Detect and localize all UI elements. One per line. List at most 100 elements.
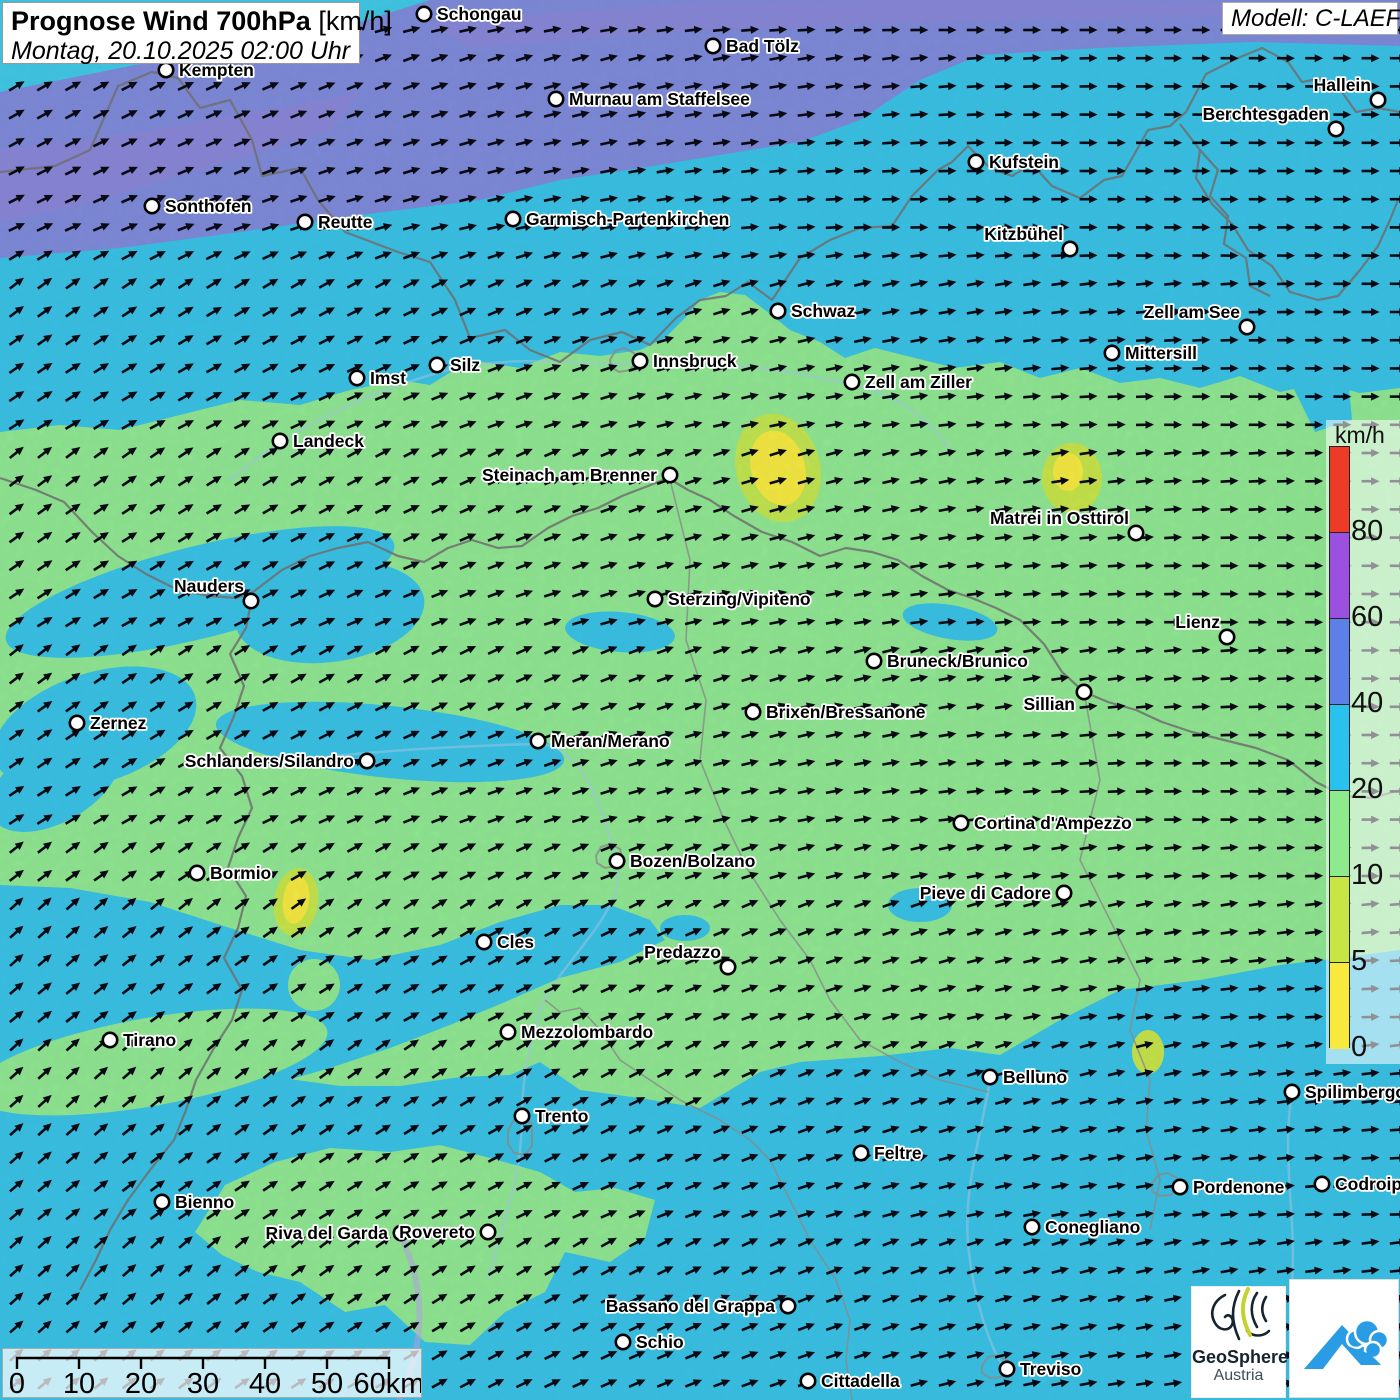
- city-marker: [501, 1025, 515, 1039]
- city-marker: [1285, 1085, 1299, 1099]
- city-reutte: Reutte: [298, 212, 373, 232]
- legend-segment-0: [1330, 963, 1349, 1049]
- city-marker: [867, 654, 881, 668]
- city-label: Matrei in Osttirol: [990, 508, 1129, 528]
- city-marker: [1057, 886, 1071, 900]
- scalebar-label-30: 30: [187, 1368, 219, 1397]
- city-label: Hallein: [1314, 75, 1371, 95]
- city-marker: [1105, 346, 1119, 360]
- legend-tick-40: 40: [1351, 689, 1397, 718]
- city-marker: [190, 866, 204, 880]
- city-marker: [155, 1195, 169, 1209]
- city-label: Sillian: [1023, 694, 1075, 714]
- city-steinach-am-brenner: Steinach am Brenner: [482, 465, 677, 485]
- city-label: Pieve di Cadore: [920, 883, 1052, 903]
- map-datetime: Montag, 20.10.2025 02:00 Uhr: [11, 37, 351, 66]
- city-marker: [633, 354, 647, 368]
- model-label: Modell: C-LAEF: [1222, 2, 1398, 35]
- legend-tick-20: 20: [1351, 775, 1397, 804]
- city-marker: [1173, 1180, 1187, 1194]
- city-label: Bruneck/Brunico: [887, 651, 1028, 671]
- city-marker: [549, 92, 563, 106]
- city-marker: [1240, 320, 1254, 334]
- city-label: Riva del Garda: [265, 1223, 388, 1243]
- city-label: Pordenone: [1193, 1177, 1285, 1197]
- city-label: Bassano del Grappa: [606, 1296, 775, 1316]
- city-label: Belluno: [1003, 1067, 1067, 1087]
- city-marker: [1000, 1362, 1014, 1376]
- logo-name: GeoSphere: [1192, 1348, 1285, 1367]
- city-label: Cles: [497, 932, 534, 952]
- city-bozen-bolzano: Bozen/Bolzano: [610, 851, 756, 871]
- scalebar-label-10: 10: [63, 1368, 95, 1397]
- city-mezzolombardo: Mezzolombardo: [501, 1022, 653, 1042]
- city-label: Mittersill: [1125, 343, 1197, 363]
- city-marker: [430, 358, 444, 372]
- scalebar-ruler: 0102030405060km: [3, 1349, 421, 1397]
- city-label: Schongau: [437, 4, 522, 24]
- legend-segment-10: [1330, 791, 1349, 877]
- city-trento: Trento: [515, 1106, 589, 1126]
- city-marker: [771, 304, 785, 318]
- city-label: Steinach am Brenner: [482, 465, 657, 485]
- city-marker: [781, 1299, 795, 1313]
- color-legend: km/h 806040201050: [1326, 420, 1400, 1064]
- city-label: Codroipo: [1335, 1174, 1400, 1194]
- city-marker: [1025, 1220, 1039, 1234]
- city-label: Silz: [450, 355, 480, 375]
- city-cles: Cles: [477, 932, 534, 952]
- city-label: Zernez: [90, 713, 147, 733]
- city-marker: [350, 371, 364, 385]
- geosphere-logo-icon: [1195, 1287, 1283, 1345]
- mountain-cloud-icon: [1290, 1280, 1398, 1397]
- city-marker: [273, 434, 287, 448]
- city-marker: [746, 705, 760, 719]
- city-label: Innsbruck: [653, 351, 737, 371]
- city-label: Imst: [370, 368, 406, 388]
- city-label: Rovereto: [399, 1222, 475, 1242]
- city-marker: [801, 1374, 815, 1388]
- city-marker: [531, 734, 545, 748]
- distance-scalebar: 0102030405060km: [2, 1348, 422, 1398]
- city-marker: [969, 155, 983, 169]
- city-label: Landeck: [293, 431, 364, 451]
- city-pieve-di-cadore: Pieve di Cadore: [920, 883, 1072, 903]
- city-label: Bienno: [175, 1192, 234, 1212]
- city-label: Mezzolombardo: [521, 1022, 653, 1042]
- city-marker: [1220, 630, 1234, 644]
- city-marker: [648, 592, 662, 606]
- city-label: Predazzo: [644, 942, 721, 962]
- city-tirano: Tirano: [103, 1030, 176, 1050]
- city-label: Schlanders/Silandro: [185, 751, 354, 771]
- legend-segment-40: [1330, 619, 1349, 705]
- city-label: Murnau am Staffelsee: [569, 89, 750, 109]
- scalebar-label-60km: 60km: [354, 1368, 421, 1397]
- city-label: Cortina d'Ampezzo: [974, 813, 1132, 833]
- city-label: Treviso: [1020, 1359, 1081, 1379]
- city-marker: [616, 1335, 630, 1349]
- city-label: Tirano: [123, 1030, 176, 1050]
- scalebar-label-20: 20: [125, 1368, 157, 1397]
- title-box: Prognose Wind 700hPa [km/h] Montag, 20.1…: [2, 2, 360, 64]
- city-marker: [706, 39, 720, 53]
- city-meran-merano: Meran/Merano: [531, 731, 670, 751]
- city-label: Sonthofen: [165, 196, 252, 216]
- city-marker: [854, 1146, 868, 1160]
- city-marker: [70, 716, 84, 730]
- city-label: Sterzing/Vipiteno: [668, 589, 811, 609]
- city-murnau-am-staffelsee: Murnau am Staffelsee: [549, 89, 750, 109]
- city-schlanders-silandro: Schlanders/Silandro: [185, 751, 374, 771]
- city-marker: [1371, 93, 1385, 107]
- scalebar-label-40: 40: [249, 1368, 281, 1397]
- city-label: Bormio: [210, 863, 271, 883]
- city-bruneck-brunico: Bruneck/Brunico: [867, 651, 1028, 671]
- city-feltre: Feltre: [854, 1143, 922, 1163]
- city-marker: [477, 935, 491, 949]
- city-bienno: Bienno: [155, 1192, 235, 1212]
- city-marker: [721, 960, 735, 974]
- city-label: Schio: [636, 1332, 684, 1352]
- city-label: Nauders: [174, 576, 244, 596]
- city-label: Brixen/Bressanone: [766, 702, 926, 722]
- city-marker: [1329, 122, 1343, 136]
- weather-map-screenshot: SchongauBad TölzKemptenMurnau am Staffel…: [0, 0, 1400, 1400]
